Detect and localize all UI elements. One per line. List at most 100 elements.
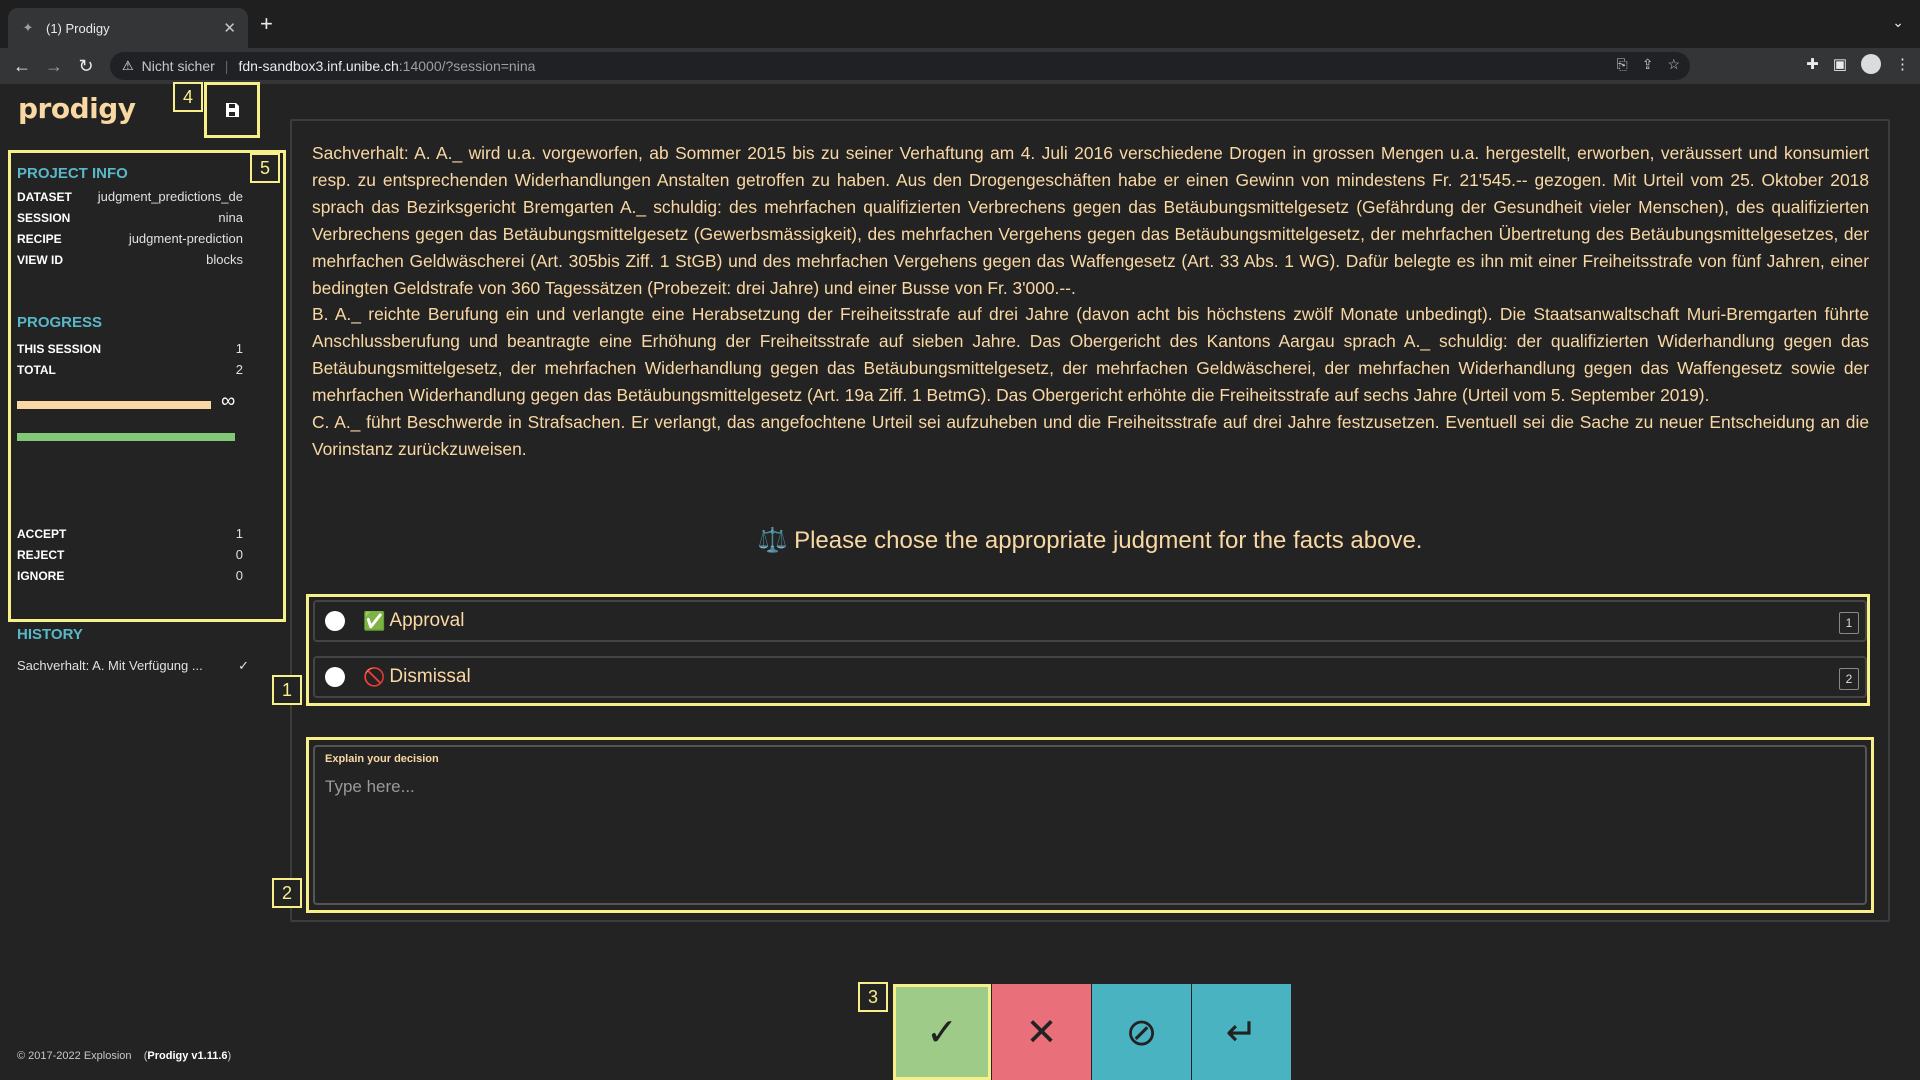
facts-paragraph: Sachverhalt: A. A._ wird u.a. vorgeworfe… bbox=[312, 143, 1869, 298]
facts-text: Sachverhalt: A. A._ wird u.a. vorgeworfe… bbox=[312, 140, 1869, 463]
highlight-label-1: 1 bbox=[272, 675, 302, 705]
footer-copyright: © 2017-2022 Explosion bbox=[17, 1050, 132, 1062]
history-item-label: Sachverhalt: A. Mit Verfügung ... bbox=[17, 658, 203, 673]
count-value: 0 bbox=[235, 547, 243, 562]
explanation-field: Explain your decision bbox=[313, 745, 1867, 905]
tab-search-icon[interactable]: ⌄ bbox=[1892, 14, 1904, 31]
explanation-textarea[interactable] bbox=[325, 777, 1845, 887]
tab-title: (1) Prodigy bbox=[46, 20, 110, 36]
progress-heading: PROGRESS bbox=[17, 314, 103, 331]
choice-label: Approval bbox=[389, 610, 465, 631]
prodigy-app: prodigy 4 5 PROJECT INFO DATASET judgment… bbox=[0, 82, 1920, 1080]
ignore-icon: ⊘ bbox=[1125, 1011, 1158, 1054]
count-value: 0 bbox=[235, 568, 243, 583]
extensions-icon[interactable]: ✚ bbox=[1806, 55, 1819, 73]
translate-icon[interactable]: ⎘ bbox=[1617, 56, 1628, 73]
shortcut-key: 1 bbox=[1839, 612, 1859, 634]
accept-button[interactable]: ✓ bbox=[893, 984, 991, 1080]
footer-version[interactable]: Prodigy v1.11.6 bbox=[147, 1050, 227, 1062]
history-heading: HISTORY bbox=[17, 626, 83, 643]
count-row: REJECT 0 bbox=[17, 544, 243, 565]
choice-approval[interactable]: ✅ Approval 1 bbox=[313, 600, 1867, 642]
project-info-heading: PROJECT INFO bbox=[17, 165, 128, 182]
insecure-label: Nicht sicher bbox=[141, 58, 215, 74]
radio-button[interactable] bbox=[325, 667, 345, 687]
approval-check-icon: ✅ bbox=[363, 610, 386, 631]
browser-tab[interactable]: ✦ (1) Prodigy ✕ bbox=[8, 8, 248, 48]
new-tab-button[interactable]: + bbox=[260, 12, 273, 36]
side-panel-icon[interactable]: ▣ bbox=[1833, 55, 1847, 73]
browser-toolbar: ← → ↻ ⚠ Nicht sicher | fdn-sandbox3.inf.… bbox=[0, 48, 1920, 84]
save-button[interactable] bbox=[206, 84, 258, 136]
action-buttons: ✓ ✕ ⊘ ↵ bbox=[893, 984, 1292, 1080]
share-icon[interactable]: ⇪ bbox=[1642, 56, 1654, 73]
progress-row: TOTAL 2 bbox=[17, 359, 243, 380]
project-info-list: DATASET judgment_predictions_de SESSION ni… bbox=[17, 186, 243, 270]
info-value: blocks bbox=[206, 252, 243, 267]
profile-avatar[interactable] bbox=[1861, 54, 1881, 74]
question-text: Please chose the appropriate judgment fo… bbox=[794, 527, 1423, 554]
highlight-label-2: 2 bbox=[272, 878, 302, 908]
choice-dismissal[interactable]: 🚫 Dismissal 2 bbox=[313, 656, 1867, 698]
close-tab-icon[interactable]: ✕ bbox=[223, 19, 236, 37]
footer: © 2017-2022 Explosion (Prodigy v1.11.6) bbox=[17, 1050, 232, 1062]
project-info-row: SESSION nina bbox=[17, 207, 243, 228]
browser-tabbar: ✦ (1) Prodigy ✕ + ⌄ bbox=[0, 0, 1920, 48]
save-icon bbox=[226, 103, 239, 117]
facts-paragraph: B. A._ reichte Berufung ein und verlangt… bbox=[312, 304, 1869, 406]
info-value: nina bbox=[218, 210, 243, 225]
info-key: RECIPE bbox=[17, 231, 62, 246]
info-key: SESSION bbox=[17, 210, 71, 225]
count-key: IGNORE bbox=[17, 568, 65, 583]
cross-icon: ✕ bbox=[1025, 1011, 1058, 1054]
infinity-icon: ∞ bbox=[221, 390, 236, 412]
reload-button[interactable]: ↻ bbox=[70, 50, 102, 82]
url-host: fdn-sandbox3.inf.unibe.ch bbox=[238, 58, 399, 74]
highlight-label-4: 4 bbox=[173, 82, 203, 112]
history-item[interactable]: Sachverhalt: A. Mit Verfügung ... ✓ bbox=[17, 658, 249, 674]
count-key: ACCEPT bbox=[17, 526, 67, 541]
progress-value: 1 bbox=[235, 341, 243, 356]
progress-list: THIS SESSION 1 TOTAL 2 bbox=[17, 338, 243, 380]
info-value: judgment_predictions_de bbox=[97, 189, 243, 204]
bookmark-star-icon[interactable]: ☆ bbox=[1667, 56, 1680, 73]
favicon-icon: ✦ bbox=[22, 20, 34, 35]
dismissal-prohibited-icon: 🚫 bbox=[363, 666, 386, 687]
ignore-button[interactable]: ⊘ bbox=[1092, 984, 1191, 1080]
count-row: ACCEPT 1 bbox=[17, 523, 243, 544]
counts-list: ACCEPT 1 REJECT 0 IGNORE 0 bbox=[17, 523, 243, 586]
url-separator: | bbox=[224, 58, 229, 74]
project-info-row: DATASET judgment_predictions_de bbox=[17, 186, 243, 207]
total-progress-bar bbox=[17, 433, 235, 441]
radio-button[interactable] bbox=[325, 611, 345, 631]
address-bar[interactable]: ⚠ Nicht sicher | fdn-sandbox3.inf.unibe.… bbox=[110, 52, 1690, 80]
explanation-label: Explain your decision bbox=[325, 753, 439, 765]
project-info-row: RECIPE judgment-prediction bbox=[17, 228, 243, 249]
count-row: IGNORE 0 bbox=[17, 565, 243, 586]
reject-button[interactable]: ✕ bbox=[992, 984, 1091, 1080]
session-progress-bar bbox=[17, 401, 211, 409]
check-icon: ✓ bbox=[926, 1011, 958, 1054]
info-key: DATASET bbox=[17, 189, 72, 204]
info-key: VIEW ID bbox=[17, 252, 64, 267]
back-button[interactable]: ← bbox=[6, 50, 38, 82]
question: ⚖️ Please chose the appropriate judgment… bbox=[290, 526, 1890, 555]
warning-icon: ⚠ bbox=[122, 58, 134, 73]
project-info-row: VIEW ID blocks bbox=[17, 249, 243, 270]
count-key: REJECT bbox=[17, 547, 65, 562]
undo-icon: ↵ bbox=[1225, 1011, 1258, 1054]
check-icon: ✓ bbox=[238, 658, 249, 673]
progress-row: THIS SESSION 1 bbox=[17, 338, 243, 359]
info-value: judgment-prediction bbox=[128, 231, 243, 246]
forward-button[interactable]: → bbox=[38, 50, 70, 82]
url-path: :14000/?session=nina bbox=[398, 58, 536, 74]
choice-label: Dismissal bbox=[389, 666, 471, 687]
facts-paragraph: C. A._ führt Beschwerde in Strafsachen. … bbox=[312, 412, 1869, 459]
menu-kebab-icon[interactable]: ⋮ bbox=[1895, 55, 1910, 73]
omnibox-actions: ⎘ ⇪ ☆ bbox=[1617, 56, 1681, 73]
undo-button[interactable]: ↵ bbox=[1192, 984, 1291, 1080]
count-value: 1 bbox=[235, 526, 243, 541]
highlight-label-3: 3 bbox=[858, 982, 888, 1012]
prodigy-logo: prodigy bbox=[18, 92, 136, 125]
scales-icon: ⚖️ bbox=[757, 527, 788, 554]
